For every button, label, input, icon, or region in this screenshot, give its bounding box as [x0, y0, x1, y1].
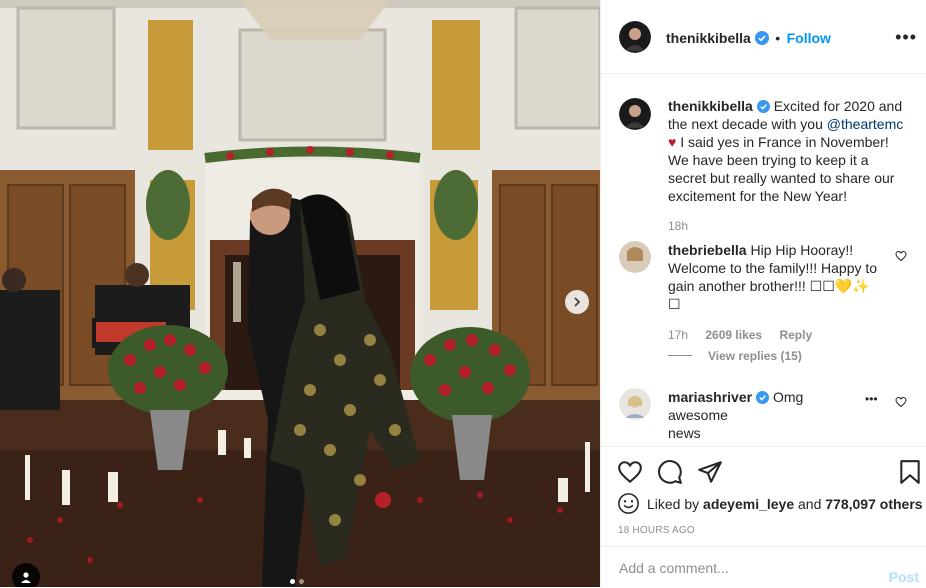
post-header: thenikkibella • Follow •••	[601, 0, 926, 74]
comments-list[interactable]: thenikkibella Excited for 2020 and the n…	[601, 74, 926, 446]
header-username[interactable]: thenikkibella	[666, 30, 751, 46]
verified-badge-icon	[756, 391, 770, 404]
liked-by-prefix: Liked by	[647, 496, 704, 512]
post-comment-button[interactable]: Post	[889, 569, 919, 585]
like-heart-icon[interactable]	[617, 459, 643, 485]
caption-mention-link[interactable]: @theartemc	[827, 116, 903, 132]
comment-username[interactable]: thebriebella	[668, 242, 747, 258]
comment: thebriebella Hip Hip Hooray!! Welcome to…	[668, 241, 888, 313]
like-comment-heart-icon[interactable]	[895, 250, 907, 262]
caption-username[interactable]: thenikkibella	[668, 98, 753, 114]
next-image-button[interactable]	[565, 290, 589, 314]
comment-more-options[interactable]: •••	[865, 392, 878, 406]
avatar[interactable]	[619, 21, 651, 53]
post-actions: Liked by adeyemi_leye and 778,097 others…	[601, 446, 926, 547]
follow-button[interactable]: Follow	[787, 30, 831, 46]
verified-badge-icon	[754, 31, 769, 45]
comment: mariashriver Omg awesome news	[668, 388, 858, 442]
caption-time[interactable]: 18h	[668, 219, 688, 233]
comment-text-cont: news	[668, 425, 701, 441]
profile-avatar-image	[619, 21, 651, 53]
carousel-dot	[299, 579, 304, 584]
view-replies-button[interactable]: View replies (15)	[708, 349, 802, 363]
replies-divider	[668, 355, 692, 356]
reply-button[interactable]: Reply	[779, 328, 812, 342]
caption: thenikkibella Excited for 2020 and the n…	[668, 97, 908, 205]
person-tag-icon	[21, 572, 31, 583]
follow-separator: •	[775, 30, 781, 46]
share-paper-plane-icon[interactable]	[697, 459, 723, 485]
liked-by-and: and	[794, 496, 826, 512]
tagged-users-button[interactable]	[12, 563, 40, 587]
comment-bubble-icon[interactable]	[657, 459, 683, 485]
caption-avatar[interactable]	[619, 98, 651, 130]
save-bookmark-icon[interactable]	[899, 459, 921, 485]
post-sidebar: thenikkibella • Follow ••• thenikkibella…	[600, 0, 926, 587]
comment-text-cont: ☐	[668, 296, 681, 312]
post-timestamp[interactable]: 18 HOURS AGO	[618, 525, 695, 536]
liked-by-user-link[interactable]: adeyemi_leye	[703, 496, 794, 512]
comment-likes-count[interactable]: 2609 likes	[705, 328, 762, 342]
comment-avatar[interactable]	[619, 388, 651, 420]
verified-badge-icon	[756, 100, 770, 113]
add-comment-bar: Post	[601, 546, 926, 588]
liked-by-text: Liked by adeyemi_leye and 778,097 others	[647, 496, 923, 512]
profile-avatar-image	[619, 98, 651, 130]
comment-time[interactable]: 17h	[668, 328, 688, 342]
comment-username[interactable]: mariashriver	[668, 389, 752, 405]
like-comment-heart-icon[interactable]	[895, 396, 907, 408]
comment-avatar[interactable]	[619, 241, 651, 273]
caption-text-2: I said yes in France in November! We hav…	[668, 134, 895, 204]
smiley-avatar-icon	[618, 493, 639, 514]
chevron-right-icon	[574, 297, 581, 307]
add-comment-input[interactable]	[617, 559, 871, 577]
commenter-avatar-image	[619, 388, 651, 420]
carousel-indicator	[290, 579, 304, 584]
comment-meta: 17h 2609 likes Reply	[668, 328, 812, 342]
likes-count-link[interactable]: 778,097 others	[825, 496, 922, 512]
more-options-button[interactable]: •••	[895, 27, 917, 48]
post-photo[interactable]	[0, 0, 600, 587]
commenter-avatar-image	[619, 241, 651, 273]
header-user-line: thenikkibella • Follow	[666, 30, 831, 48]
engagement-photo-illustration	[0, 0, 600, 587]
carousel-dot-active	[290, 579, 295, 584]
